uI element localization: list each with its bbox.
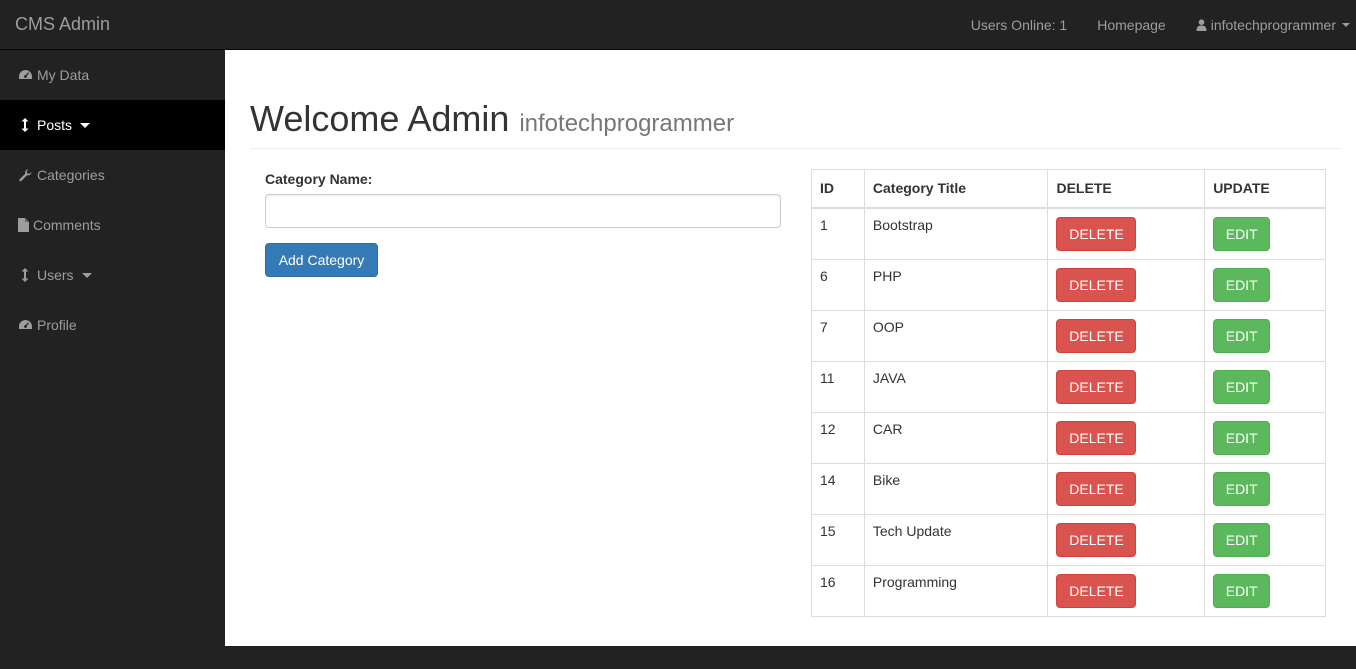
- category-name-input[interactable]: [265, 194, 781, 228]
- delete-button[interactable]: DELETE: [1056, 471, 1137, 506]
- cell-title: Bike: [863, 462, 1049, 515]
- add-category-button[interactable]: Add Category: [265, 243, 378, 277]
- edit-button[interactable]: EDIT: [1213, 216, 1271, 251]
- wrench-icon: [17, 168, 33, 182]
- main-content: Welcome Admin infotechprogrammer Categor…: [225, 50, 1356, 646]
- brand-link[interactable]: CMS Admin: [15, 14, 110, 34]
- cell-title: CAR: [863, 411, 1049, 464]
- column-header-update: UPDATE: [1204, 169, 1326, 209]
- edit-button[interactable]: EDIT: [1213, 420, 1271, 455]
- column-header-id: ID: [811, 169, 865, 209]
- sidebar-item-label: Posts: [37, 117, 73, 133]
- cell-title: PHP: [863, 258, 1049, 311]
- delete-button[interactable]: DELETE: [1056, 522, 1137, 557]
- sidebar-item-label: Profile: [37, 317, 77, 333]
- edit-button[interactable]: EDIT: [1213, 318, 1271, 353]
- delete-button[interactable]: DELETE: [1056, 420, 1137, 455]
- cell-title: JAVA: [863, 360, 1049, 413]
- top-navbar: CMS Admin Users Online: 1 Homepage infot…: [0, 0, 1356, 50]
- user-icon: [1196, 19, 1207, 31]
- cell-id: 7: [811, 309, 865, 362]
- sidebar-item-profile[interactable]: Profile: [0, 300, 225, 350]
- caret-down-icon: [80, 122, 91, 128]
- delete-button[interactable]: DELETE: [1056, 267, 1137, 302]
- sidebar-item-label: Categories: [37, 167, 105, 183]
- table-row: 15 Tech Update DELETE EDIT: [811, 513, 1326, 566]
- table-row: 11 JAVA DELETE EDIT: [811, 360, 1326, 413]
- table-row: 12 CAR DELETE EDIT: [811, 411, 1326, 464]
- cell-id: 12: [811, 411, 865, 464]
- delete-button[interactable]: DELETE: [1056, 369, 1137, 404]
- cell-title: Bootstrap: [863, 207, 1049, 260]
- column-header-delete: DELETE: [1047, 169, 1206, 209]
- caret-down-icon: [1342, 23, 1350, 27]
- category-name-label: Category Name:: [265, 171, 373, 187]
- sidebar-item-categories[interactable]: Categories: [0, 150, 225, 200]
- table-row: 1 Bootstrap DELETE EDIT: [811, 207, 1326, 260]
- cell-id: 6: [811, 258, 865, 311]
- table-header-row: ID Category Title DELETE UPDATE: [811, 169, 1326, 209]
- column-header-category-title: Category Title: [863, 169, 1049, 209]
- sidebar-item-label: Comments: [33, 217, 101, 233]
- cell-id: 11: [811, 360, 865, 413]
- user-dropdown[interactable]: infotechprogrammer: [1181, 0, 1356, 50]
- edit-button[interactable]: EDIT: [1213, 267, 1271, 302]
- table-row: 14 Bike DELETE EDIT: [811, 462, 1326, 515]
- file-icon: [17, 218, 29, 232]
- cell-title: Programming: [863, 564, 1049, 617]
- top-nav-right: Users Online: 1 Homepage infotechprogram…: [956, 0, 1356, 50]
- users-online-link[interactable]: Users Online: 1: [956, 0, 1082, 50]
- arrows-v-icon: [17, 118, 33, 132]
- arrows-v-icon: [17, 268, 33, 282]
- page-subtitle: infotechprogrammer: [519, 110, 735, 137]
- categories-table: ID Category Title DELETE UPDATE 1 Bootst…: [811, 169, 1326, 617]
- sidebar-item-comments[interactable]: Comments: [0, 200, 225, 250]
- delete-button[interactable]: DELETE: [1056, 216, 1137, 251]
- cell-title: Tech Update: [863, 513, 1049, 566]
- cell-title: OOP: [863, 309, 1049, 362]
- table-row: 16 Programming DELETE EDIT: [811, 564, 1326, 617]
- caret-down-icon: [81, 272, 92, 278]
- edit-button[interactable]: EDIT: [1213, 522, 1271, 557]
- sidebar-item-users[interactable]: Users: [0, 250, 225, 300]
- homepage-link[interactable]: Homepage: [1082, 0, 1181, 50]
- cell-id: 15: [811, 513, 865, 566]
- table-row: 6 PHP DELETE EDIT: [811, 258, 1326, 311]
- dashboard-icon: [17, 318, 33, 332]
- dashboard-icon: [17, 68, 33, 82]
- sidebar-item-my-data[interactable]: My Data: [0, 50, 225, 100]
- sidebar-item-posts[interactable]: Posts: [0, 100, 225, 150]
- page-title: Welcome Admin: [250, 98, 510, 139]
- username-label: infotechprogrammer: [1210, 17, 1336, 33]
- edit-button[interactable]: EDIT: [1213, 573, 1271, 608]
- sidebar-item-label: Users: [37, 267, 74, 283]
- page-header: Welcome Admin infotechprogrammer: [250, 98, 734, 140]
- edit-button[interactable]: EDIT: [1213, 369, 1271, 404]
- cell-id: 16: [811, 564, 865, 617]
- table-row: 7 OOP DELETE EDIT: [811, 309, 1326, 362]
- edit-button[interactable]: EDIT: [1213, 471, 1271, 506]
- sidebar: My Data Posts Categories Comments Users …: [0, 50, 225, 669]
- cell-id: 1: [811, 207, 865, 260]
- sidebar-item-label: My Data: [37, 67, 90, 83]
- cell-id: 14: [811, 462, 865, 515]
- delete-button[interactable]: DELETE: [1056, 573, 1137, 608]
- delete-button[interactable]: DELETE: [1056, 318, 1137, 353]
- header-divider: [250, 148, 1341, 149]
